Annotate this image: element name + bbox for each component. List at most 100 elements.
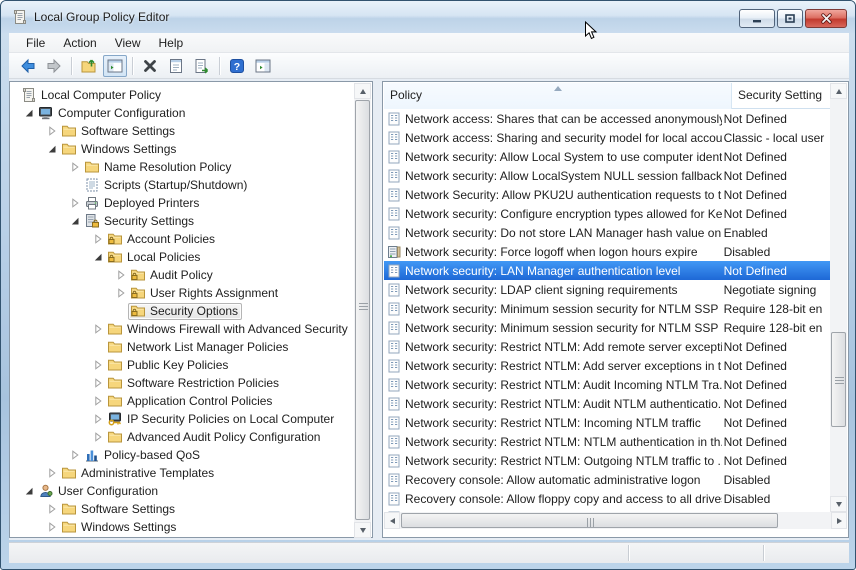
scroll-up-button[interactable]	[354, 83, 371, 99]
properties-button[interactable]	[164, 55, 188, 77]
scroll-right-button[interactable]	[831, 512, 847, 529]
policy-row[interactable]: Network security: Restrict NTLM: NTLM au…	[384, 432, 832, 451]
expanded-icon[interactable]	[21, 105, 36, 121]
policy-row[interactable]: Network security: Restrict NTLM: Add ser…	[384, 356, 832, 375]
collapsed-icon[interactable]	[44, 501, 59, 517]
policy-row[interactable]: Network security: Minimum session securi…	[384, 318, 832, 337]
collapsed-icon[interactable]	[67, 159, 82, 175]
collapsed-icon[interactable]	[90, 375, 105, 391]
show-action-pane-button[interactable]	[251, 55, 275, 77]
policy-row[interactable]: Network security: Restrict NTLM: Audit I…	[384, 375, 832, 394]
tree-item-audit-policy[interactable]: Audit Policy	[11, 266, 354, 284]
tree-item-account-policies[interactable]: Account Policies	[11, 230, 354, 248]
policy-row[interactable]: Network security: Allow Local System to …	[384, 147, 832, 166]
policy-row[interactable]: Network security: Allow LocalSystem NULL…	[384, 166, 832, 185]
column-header-security-setting[interactable]: Security Setting	[732, 83, 832, 109]
tree-item-name-resolution-policy[interactable]: Name Resolution Policy	[11, 158, 354, 176]
collapsed-icon[interactable]	[44, 123, 59, 139]
collapsed-icon[interactable]	[90, 357, 105, 373]
show-console-tree-button[interactable]	[103, 55, 127, 77]
policy-row[interactable]: Network security: Restrict NTLM: Incomin…	[384, 413, 832, 432]
tree-item-software-settings[interactable]: Software Settings	[11, 122, 354, 140]
list-scrollbar-thumb[interactable]	[831, 332, 846, 427]
collapsed-icon[interactable]	[90, 321, 105, 337]
expanded-icon[interactable]	[44, 141, 59, 157]
list-horizontal-scrollbar[interactable]	[384, 512, 847, 529]
tree-item-user-rights-assignment[interactable]: User Rights Assignment	[11, 284, 354, 302]
menu-help[interactable]: Help	[150, 34, 193, 52]
collapsed-icon[interactable]	[90, 231, 105, 247]
tree-item-application-control-policies[interactable]: Application Control Policies	[11, 392, 354, 410]
policy-row[interactable]: Network security: Do not store LAN Manag…	[384, 223, 832, 242]
tree-item-local-policies[interactable]: Local Policies	[11, 248, 354, 266]
expanded-icon[interactable]	[67, 213, 82, 229]
scroll-down-button[interactable]	[354, 522, 371, 538]
list-vertical-scrollbar[interactable]	[830, 83, 847, 512]
tree-item-software-settings[interactable]: Software Settings	[11, 500, 354, 518]
column-header-policy[interactable]: Policy	[384, 83, 732, 109]
tree-item-deployed-printers[interactable]: Deployed Printers	[11, 194, 354, 212]
policy-row[interactable]: Network Security: Allow PKU2U authentica…	[384, 185, 832, 204]
export-list-button[interactable]	[190, 55, 214, 77]
tree-vertical-scrollbar[interactable]	[354, 83, 371, 538]
tree-item-administrative-templates[interactable]: Administrative Templates	[11, 464, 354, 482]
tree-item-ip-security-policies-on-local-computer[interactable]: IP Security Policies on Local Computer	[11, 410, 354, 428]
title-bar[interactable]: Local Group Policy Editor	[1, 1, 856, 33]
tree-item-windows-settings[interactable]: Windows Settings	[11, 140, 354, 158]
expanded-icon[interactable]	[21, 483, 36, 499]
policy-row[interactable]: Network access: Shares that can be acces…	[384, 109, 832, 128]
tree-item-advanced-audit-policy-configuration[interactable]: Advanced Audit Policy Configuration	[11, 428, 354, 446]
policy-row[interactable]: Network security: Restrict NTLM: Audit N…	[384, 394, 832, 413]
tree-item-network-list-manager-policies[interactable]: Network List Manager Policies	[11, 338, 354, 356]
collapsed-icon[interactable]	[113, 267, 128, 283]
tree-item-public-key-policies[interactable]: Public Key Policies	[11, 356, 354, 374]
forward-button[interactable]	[42, 55, 66, 77]
tree-item-software-restriction-policies[interactable]: Software Restriction Policies	[11, 374, 354, 392]
scroll-left-button[interactable]	[384, 512, 400, 529]
scroll-down-button[interactable]	[830, 496, 847, 512]
collapsed-icon[interactable]	[67, 195, 82, 211]
menu-action[interactable]: Action	[54, 34, 105, 52]
policy-row[interactable]: Network security: Configure encryption t…	[384, 204, 832, 223]
policy-row[interactable]: Network security: LAN Manager authentica…	[384, 261, 832, 280]
policy-row[interactable]: Network security: Minimum session securi…	[384, 299, 832, 318]
expanded-icon[interactable]	[90, 249, 105, 265]
tree-item-windows-firewall-with-advanced-security[interactable]: Windows Firewall with Advanced Security	[11, 320, 354, 338]
collapsed-icon[interactable]	[67, 447, 82, 463]
tree-item-security-options[interactable]: Security Options	[11, 302, 354, 320]
delete-button[interactable]	[138, 55, 162, 77]
policy-row[interactable]: Network security: Restrict NTLM: Outgoin…	[384, 451, 832, 470]
policy-row[interactable]: Network access: Sharing and security mod…	[384, 128, 832, 147]
tree-item-scripts-startup-shutdown[interactable]: Scripts (Startup/Shutdown)	[11, 176, 354, 194]
collapsed-icon[interactable]	[113, 285, 128, 301]
list-hscrollbar-thumb[interactable]	[401, 513, 778, 528]
scroll-up-button[interactable]	[830, 83, 847, 99]
policy-row[interactable]: Network security: Restrict NTLM: Add rem…	[384, 337, 832, 356]
policy-row[interactable]: Network security: LDAP client signing re…	[384, 280, 832, 299]
menu-view[interactable]: View	[106, 34, 150, 52]
policy-row[interactable]: Recovery console: Allow automatic admini…	[384, 470, 832, 489]
up-one-level-button[interactable]	[77, 55, 101, 77]
tree-item-local-computer-policy[interactable]: Local Computer Policy	[11, 86, 354, 104]
tree-item-security-settings[interactable]: Security Settings	[11, 212, 354, 230]
tree-item-computer-configuration[interactable]: Computer Configuration	[11, 104, 354, 122]
help-button[interactable]: ?	[225, 55, 249, 77]
tree-node-label: Software Settings	[81, 501, 175, 517]
app-icon[interactable]	[12, 9, 28, 25]
collapsed-icon[interactable]	[44, 519, 59, 535]
collapsed-icon[interactable]	[90, 411, 105, 427]
policy-row[interactable]: Recovery console: Allow floppy copy and …	[384, 489, 832, 508]
close-button[interactable]	[805, 9, 847, 28]
collapsed-icon[interactable]	[90, 393, 105, 409]
back-button[interactable]	[16, 55, 40, 77]
tree-item-policy-based-qos[interactable]: Policy-based QoS	[11, 446, 354, 464]
tree-item-user-configuration[interactable]: User Configuration	[11, 482, 354, 500]
tree-scrollbar-thumb[interactable]	[355, 100, 370, 520]
restore-button[interactable]	[777, 9, 803, 28]
minimize-button[interactable]	[739, 9, 775, 28]
collapsed-icon[interactable]	[44, 465, 59, 481]
menu-file[interactable]: File	[17, 34, 54, 52]
tree-item-windows-settings[interactable]: Windows Settings	[11, 518, 354, 536]
collapsed-icon[interactable]	[90, 429, 105, 445]
policy-row[interactable]: Network security: Force logoff when logo…	[384, 242, 832, 261]
